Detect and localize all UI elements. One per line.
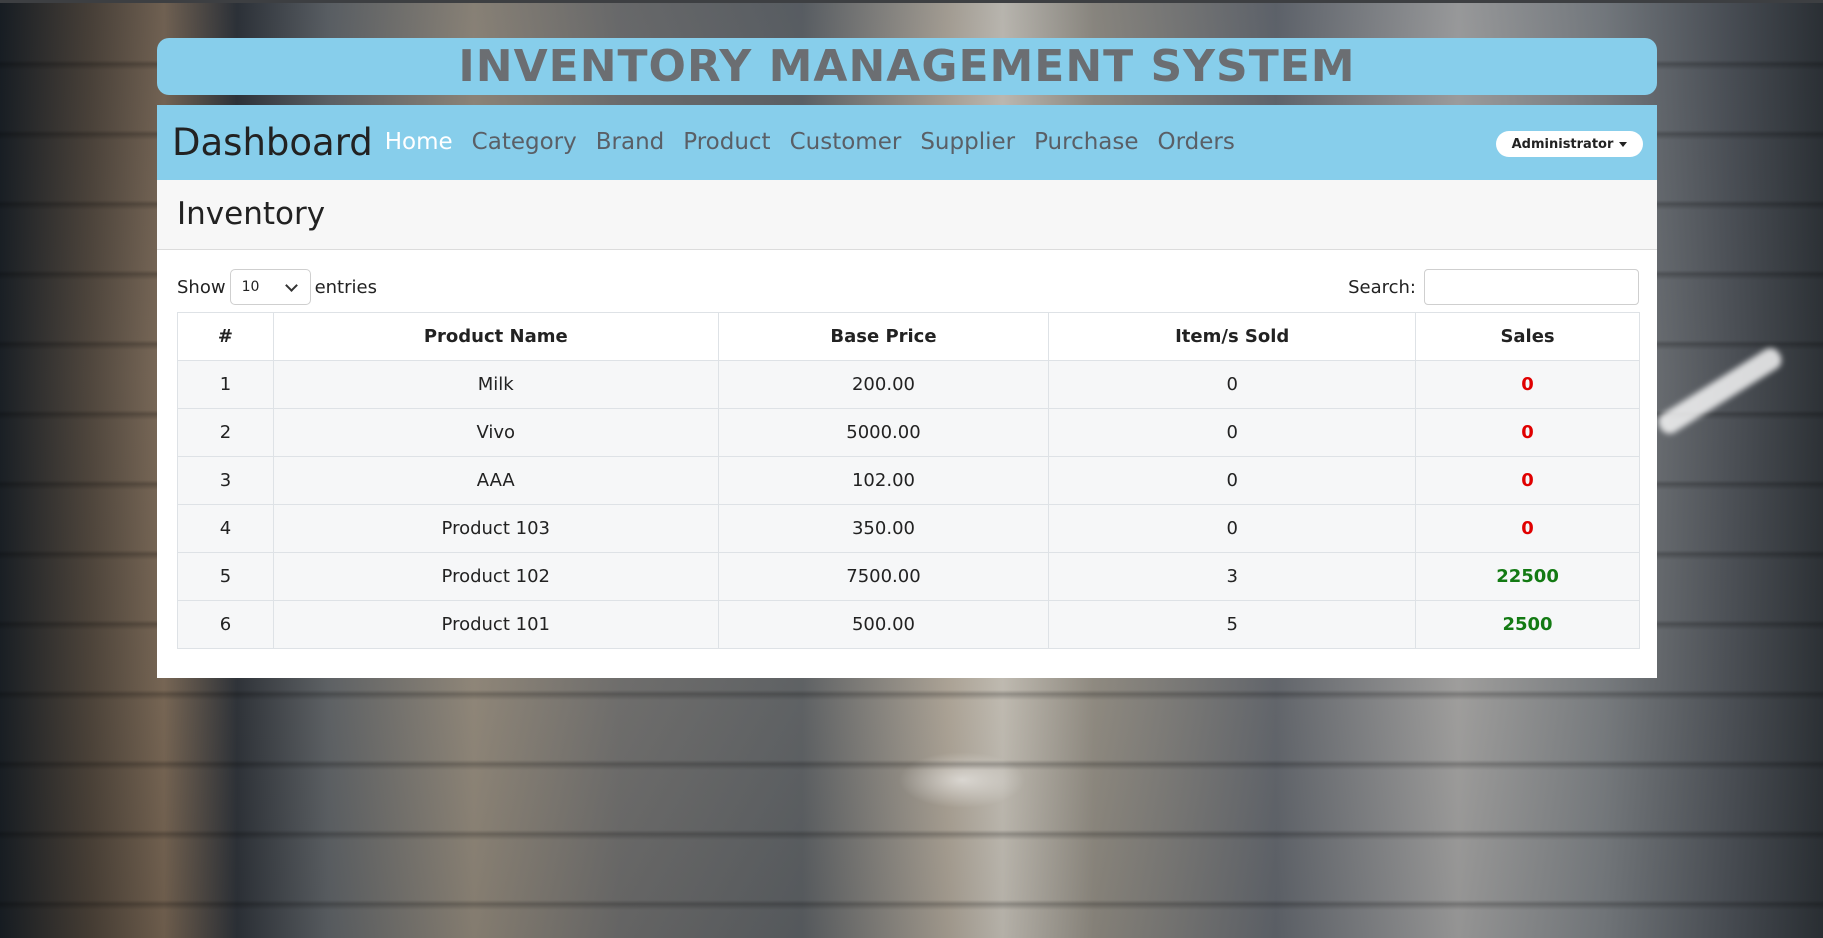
cell-base-price: 500.00	[717, 600, 1050, 649]
nav-product[interactable]: Product	[683, 131, 770, 154]
navbar: Dashboard Home Category Brand Product Cu…	[157, 105, 1657, 180]
navbar-brand[interactable]: Dashboard	[172, 124, 373, 161]
cell-product-name: Product 103	[272, 504, 719, 553]
cell-number: 6	[177, 600, 274, 649]
cell-items-sold: 5	[1048, 600, 1417, 649]
nav-home[interactable]: Home	[385, 131, 453, 154]
nav-orders[interactable]: Orders	[1158, 131, 1235, 154]
cell-sales: 22500	[1415, 552, 1640, 601]
table-header-row: # Product Name Base Price Item/s Sold Sa…	[177, 312, 1640, 361]
cell-product-name: Product 101	[272, 600, 719, 649]
inventory-table: # Product Name Base Price Item/s Sold Sa…	[177, 312, 1640, 649]
cell-items-sold: 0	[1048, 456, 1417, 505]
cell-items-sold: 0	[1048, 504, 1417, 553]
column-header-items-sold[interactable]: Item/s Sold	[1048, 312, 1417, 361]
entries-control: Show 10 entries	[177, 269, 377, 305]
cell-base-price: 5000.00	[717, 408, 1050, 457]
table-controls: Show 10 entries Search:	[177, 269, 1639, 305]
cell-sales: 0	[1415, 408, 1640, 457]
user-menu-button[interactable]: Administrator	[1496, 131, 1643, 157]
cell-number: 4	[177, 504, 274, 553]
cell-items-sold: 0	[1048, 408, 1417, 457]
cell-sales: 0	[1415, 360, 1640, 409]
caret-down-icon	[1619, 141, 1628, 147]
entries-select-value: 10	[241, 279, 260, 295]
show-label: Show	[177, 276, 226, 298]
table-row: 4 Product 103 350.00 0 0	[177, 504, 1640, 553]
cell-base-price: 200.00	[717, 360, 1050, 409]
cell-sales: 0	[1415, 456, 1640, 505]
entries-label: entries	[314, 276, 377, 298]
table-row: 6 Product 101 500.00 5 2500	[177, 600, 1640, 649]
nav-brand[interactable]: Brand	[596, 131, 665, 154]
table-row: 5 Product 102 7500.00 3 22500	[177, 552, 1640, 601]
nav-supplier[interactable]: Supplier	[920, 131, 1015, 154]
cell-base-price: 7500.00	[717, 552, 1050, 601]
user-menu-label: Administrator	[1511, 136, 1614, 152]
page-title: Inventory	[177, 196, 326, 232]
search-input[interactable]	[1424, 269, 1639, 305]
cell-sales: 2500	[1415, 600, 1640, 649]
cell-base-price: 350.00	[717, 504, 1050, 553]
cell-items-sold: 0	[1048, 360, 1417, 409]
cell-product-name: AAA	[272, 456, 719, 505]
app-title-bar: INVENTORY MANAGEMENT SYSTEM	[157, 38, 1657, 95]
table-row: 2 Vivo 5000.00 0 0	[177, 408, 1640, 457]
column-header-product-name[interactable]: Product Name	[272, 312, 719, 361]
cell-product-name: Milk	[272, 360, 719, 409]
cell-number: 3	[177, 456, 274, 505]
top-border	[0, 0, 1823, 3]
nav-purchase[interactable]: Purchase	[1034, 131, 1138, 154]
chevron-down-icon	[284, 278, 298, 292]
search-label: Search:	[1348, 276, 1416, 298]
cell-number: 1	[177, 360, 274, 409]
column-header-base-price[interactable]: Base Price	[717, 312, 1050, 361]
card-header: Inventory	[157, 180, 1657, 250]
entries-select[interactable]: 10	[229, 269, 311, 305]
column-header-sales[interactable]: Sales	[1415, 312, 1640, 361]
table-row: 3 AAA 102.00 0 0	[177, 456, 1640, 505]
cell-items-sold: 3	[1048, 552, 1417, 601]
search-control: Search:	[1348, 269, 1639, 305]
nav-customer[interactable]: Customer	[790, 131, 902, 154]
table-row: 1 Milk 200.00 0 0	[177, 360, 1640, 409]
cell-sales: 0	[1415, 504, 1640, 553]
inventory-card: Inventory Show 10 entries Search: # Prod…	[157, 180, 1657, 678]
cell-base-price: 102.00	[717, 456, 1050, 505]
column-header-number[interactable]: #	[177, 312, 274, 361]
cell-number: 5	[177, 552, 274, 601]
cell-product-name: Vivo	[272, 408, 719, 457]
nav-category[interactable]: Category	[472, 131, 577, 154]
cell-product-name: Product 102	[272, 552, 719, 601]
cell-number: 2	[177, 408, 274, 457]
app-title: INVENTORY MANAGEMENT SYSTEM	[458, 40, 1356, 92]
